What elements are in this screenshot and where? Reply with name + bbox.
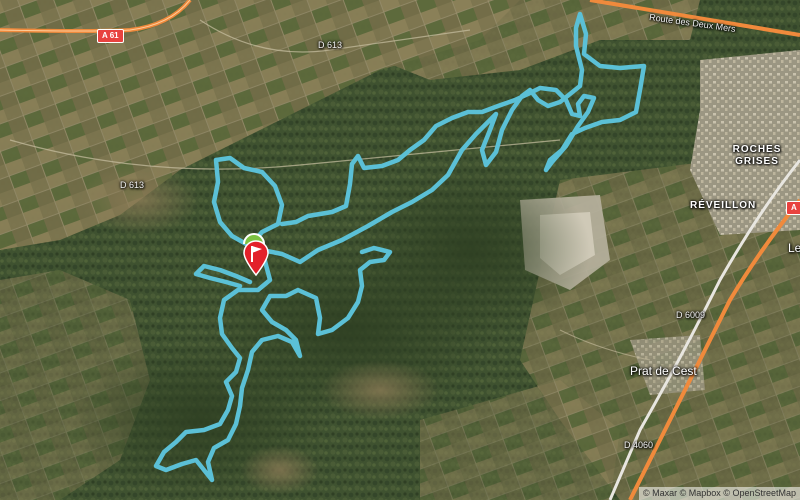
- satellite-basemap: [0, 0, 800, 500]
- attribution-mapbox[interactable]: © Mapbox: [680, 488, 721, 498]
- motorway-shield-right: A: [786, 201, 800, 215]
- attribution-maxar[interactable]: © Maxar: [643, 488, 677, 498]
- finish-marker[interactable]: [243, 240, 269, 281]
- a61-shield: A 61: [97, 29, 124, 43]
- map-view[interactable]: A 61 Route des Deux Mers D 613 D 613 D 6…: [0, 0, 800, 500]
- attribution-osm[interactable]: © OpenStreetMap: [723, 488, 796, 498]
- finish-flag-icon: [243, 240, 269, 277]
- map-attribution: © Maxar © Mapbox © OpenStreetMap: [639, 487, 800, 500]
